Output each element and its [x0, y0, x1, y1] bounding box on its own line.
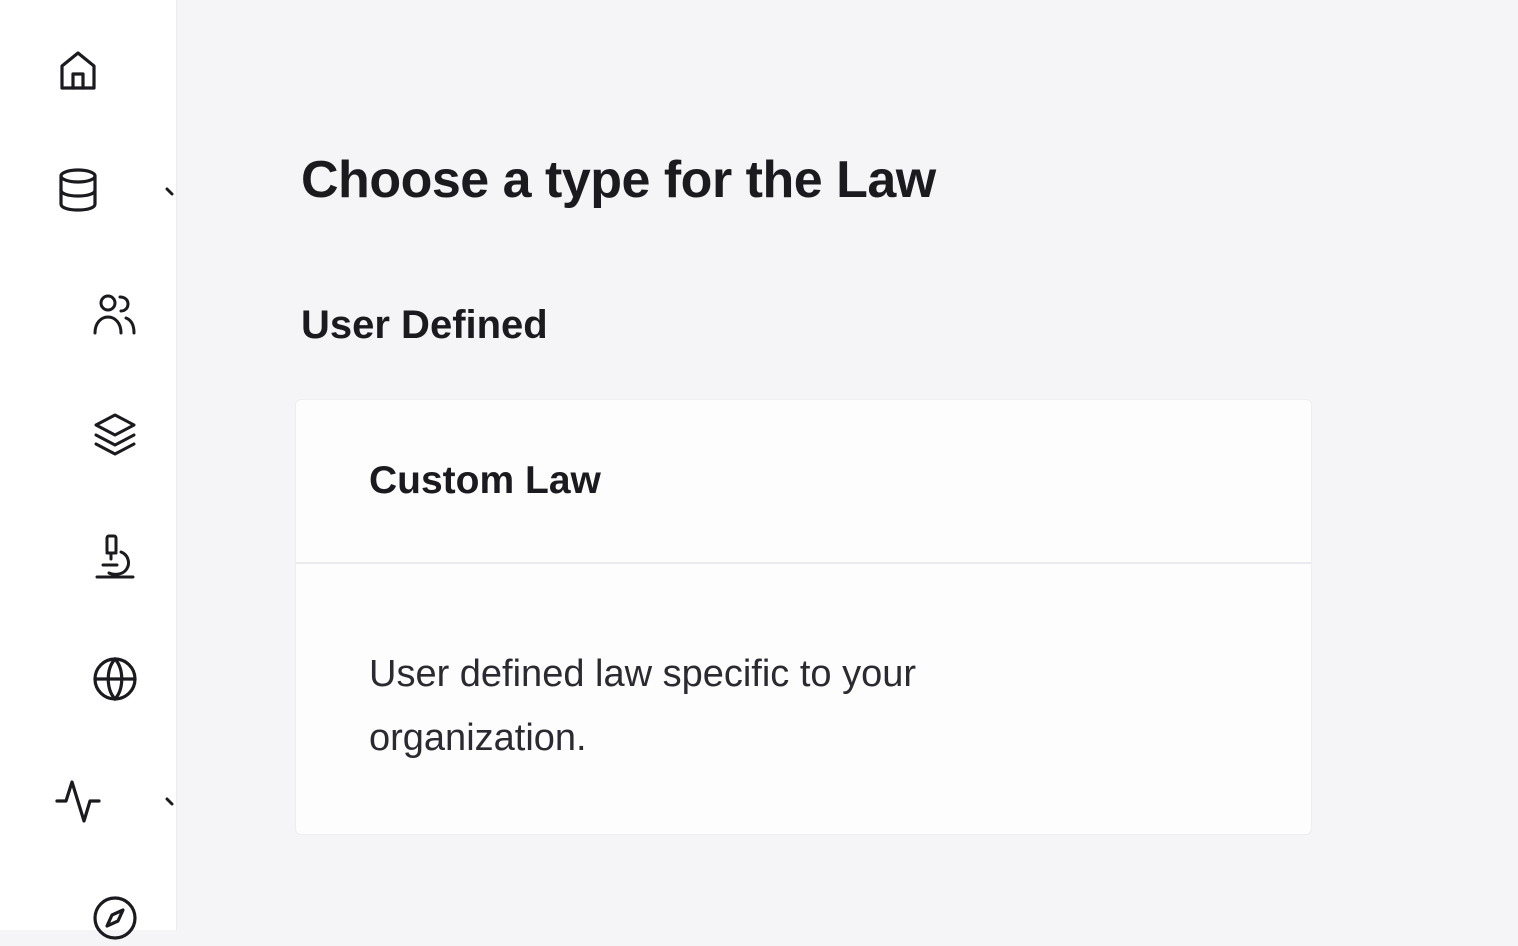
section-title-user-defined: User Defined: [301, 303, 548, 347]
nav-microscope[interactable]: [87, 529, 143, 585]
nav-users[interactable]: [87, 285, 143, 341]
microscope-icon: [95, 534, 135, 579]
nav-layers[interactable]: [87, 407, 143, 463]
activity-icon: [55, 780, 101, 823]
layers-icon: [94, 413, 136, 456]
custom-law-card[interactable]: Custom Law User defined law specific to …: [295, 399, 1312, 835]
nav-compass[interactable]: [87, 890, 143, 946]
database-icon: [59, 168, 97, 212]
card-description: User defined law specific to your organi…: [369, 653, 917, 759]
main-content: Choose a type for the Law User Defined C…: [177, 0, 1518, 930]
card-body: User defined law specific to your organi…: [296, 564, 1056, 770]
chevron-down-icon[interactable]: [165, 186, 177, 198]
nav-activity[interactable]: [50, 773, 106, 829]
card-header: Custom Law: [296, 400, 1311, 564]
nav-database[interactable]: [50, 162, 106, 218]
users-icon: [93, 294, 136, 335]
chevron-down-icon[interactable]: [165, 796, 177, 808]
nav-home[interactable]: [50, 42, 106, 98]
sidebar: [0, 0, 177, 940]
page-title: Choose a type for the Law: [301, 151, 936, 209]
globe-icon: [93, 657, 137, 701]
nav-globe[interactable]: [87, 651, 143, 707]
compass-icon: [93, 896, 137, 940]
card-title: Custom Law: [369, 459, 601, 502]
home-icon: [60, 51, 96, 90]
